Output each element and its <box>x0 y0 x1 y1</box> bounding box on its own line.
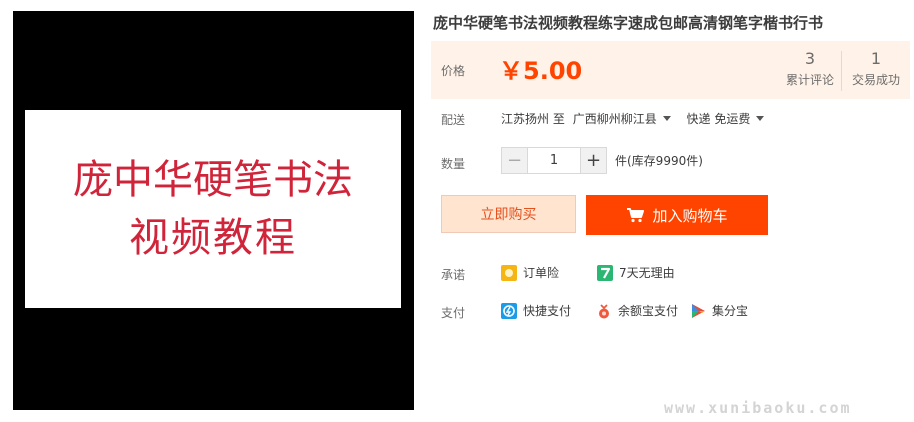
shipping-origin: 江苏扬州 <box>501 112 550 126</box>
quick-pay-icon <box>501 302 517 319</box>
seven-day-return-icon <box>597 264 613 281</box>
review-stat[interactable]: 3 累计评论 <box>779 49 841 88</box>
shipping-to: 至 <box>552 112 565 126</box>
cart-icon <box>627 208 645 223</box>
promise-label: 承诺 <box>441 268 466 282</box>
deal-label: 交易成功 <box>851 73 900 87</box>
quantity-stepper: − + 件(库存9990件) <box>501 147 703 174</box>
quantity-label: 数量 <box>441 157 466 171</box>
shipping-row: 江苏扬州 至 广西柳州柳江县 快递 免运费 <box>501 110 765 127</box>
quantity-input[interactable] <box>528 147 580 174</box>
product-title: 庞中华硬笔书法视频教程练字速成包邮高清钢笔字楷书行书 <box>433 14 824 32</box>
price-panel: 价格 ￥5.00 3 累计评论 1 交易成功 <box>431 41 910 99</box>
promise-item-1: 订单险 <box>523 266 560 280</box>
buy-now-label: 立即购买 <box>480 207 537 223</box>
promise-item-2: 7天无理由 <box>619 266 675 280</box>
payment-jifenbao[interactable]: 集分宝 <box>690 302 748 319</box>
price-label: 价格 <box>441 64 466 78</box>
price-value: ￥5.00 <box>499 57 583 85</box>
increase-button[interactable]: + <box>580 147 607 174</box>
payment-item-1: 快捷支付 <box>523 304 572 318</box>
product-main-image[interactable]: 庞中华硬笔书法 视频教程 <box>13 11 414 410</box>
shipping-method-dropdown[interactable]: 快递 免运费 <box>686 111 765 126</box>
chevron-down-icon <box>756 116 765 121</box>
buy-now-button[interactable]: 立即购买 <box>441 195 576 233</box>
review-label: 累计评论 <box>785 73 834 87</box>
image-text-line2: 视频教程 <box>129 215 297 261</box>
product-image-card: 庞中华硬笔书法 视频教程 <box>25 110 401 308</box>
deal-count: 1 <box>870 49 882 68</box>
payment-quick-pay[interactable]: 快捷支付 <box>501 302 571 319</box>
stock-text: 件(库存9990件) <box>615 154 703 168</box>
image-text-line1: 庞中华硬笔书法 <box>73 157 353 203</box>
decrease-button[interactable]: − <box>501 147 528 174</box>
destination-dropdown[interactable]: 广西柳州柳江县 <box>572 111 675 126</box>
order-insurance-icon <box>501 264 517 281</box>
add-to-cart-button[interactable]: 加入购物车 <box>586 195 768 235</box>
promise-7day-return[interactable]: 7天无理由 <box>597 264 675 281</box>
payment-label: 支付 <box>441 306 466 320</box>
review-count: 3 <box>804 49 816 68</box>
shipping-destination: 广西柳州柳江县 <box>572 112 657 126</box>
payment-item-2: 余额宝支付 <box>618 304 679 318</box>
add-to-cart-label: 加入购物车 <box>652 206 728 225</box>
shipping-label: 配送 <box>441 113 466 127</box>
payment-yuebao[interactable]: 余额宝支付 <box>596 302 678 319</box>
site-watermark: www.xunibaoku.com <box>664 399 852 417</box>
shipping-method: 快递 免运费 <box>686 112 751 126</box>
promise-order-insurance[interactable]: 订单险 <box>501 264 559 281</box>
chevron-down-icon <box>662 116 671 121</box>
payment-item-3: 集分宝 <box>712 304 749 318</box>
deal-stat: 1 交易成功 <box>845 49 907 88</box>
yuebao-icon <box>596 303 612 319</box>
stat-divider <box>841 51 842 91</box>
jifenbao-icon <box>690 303 706 319</box>
